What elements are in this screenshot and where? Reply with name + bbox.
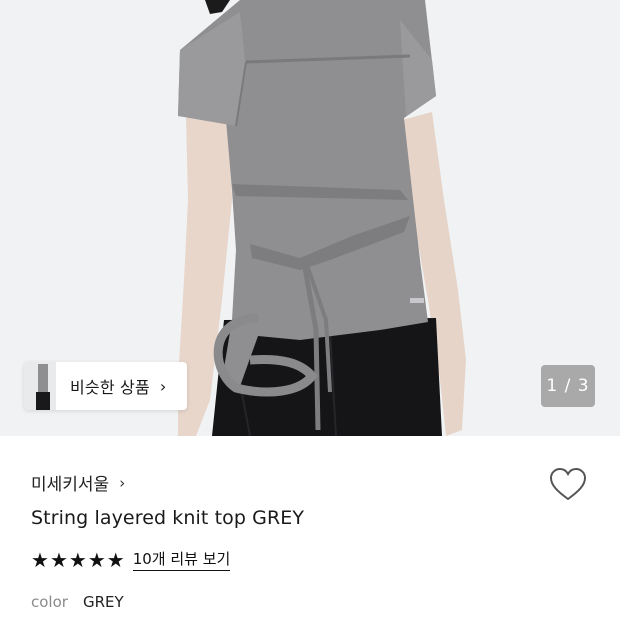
star-rating: ★ ★ ★ ★ ★ [31,550,125,570]
similar-products-label: 비슷한 상품 › [56,362,187,410]
star-icon: ★ [68,547,87,572]
chevron-right-icon: › [159,376,167,396]
star-icon: ★ [49,547,68,572]
product-title: String layered knit top GREY [31,507,305,529]
similar-product-thumbnail [24,362,56,410]
image-counter: 1 / 3 [541,365,595,407]
brand-name: 미세키서울 [31,475,110,495]
star-icon: ★ [87,547,106,572]
rating-row: ★ ★ ★ ★ ★ 10개 리뷰 보기 [31,548,231,571]
similar-products-button[interactable]: 비슷한 상품 › [24,362,187,410]
view-reviews-link[interactable]: 10개 리뷰 보기 [132,548,231,571]
star-icon: ★ [31,547,49,572]
color-option-row: color GREY [31,593,124,611]
product-image-carousel[interactable]: 비슷한 상품 › 1 / 3 [0,0,620,436]
wishlist-button[interactable] [549,467,587,503]
similar-products-text: 비슷한 상품 [70,378,150,397]
chevron-right-icon: › [119,473,126,492]
star-icon: ★ [106,547,125,572]
color-value: GREY [83,593,124,611]
brand-link[interactable]: 미세키서울 › [31,470,126,496]
product-info: 미세키서울 › String layered knit top GREY ★ ★… [0,436,620,620]
heart-outline-icon [549,467,587,501]
color-label: color [31,593,68,611]
